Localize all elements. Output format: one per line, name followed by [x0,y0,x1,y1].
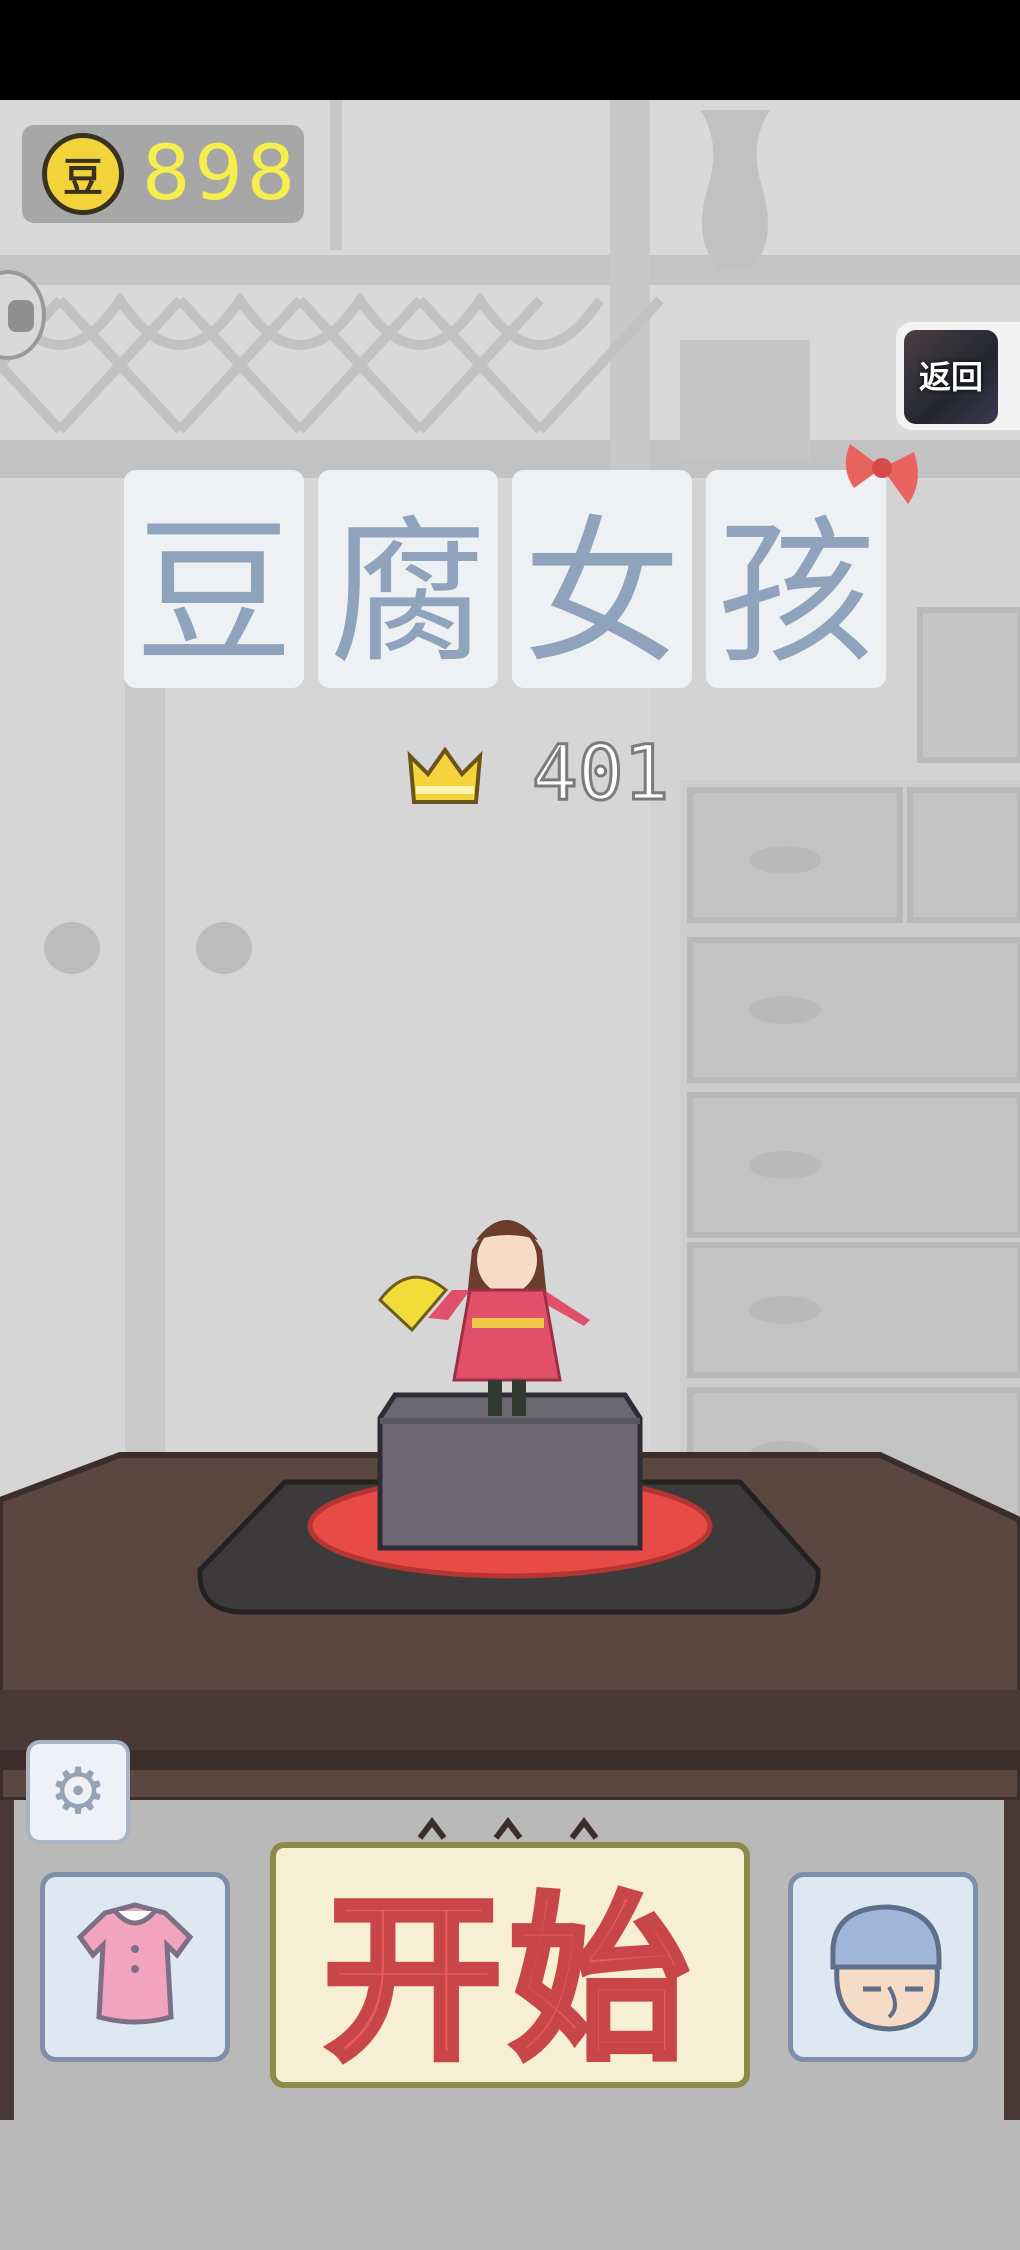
bow-decoration [845,444,918,504]
status-bar [0,0,1020,100]
title-tile-1: 豆 [124,470,304,688]
start-button[interactable]: 开始 [270,1842,750,2088]
start-button-label: 开始 [321,1874,696,2087]
back-button-label[interactable]: 返回 [904,352,998,398]
best-score: 401 [530,727,670,819]
title-tile-2: 腐 [318,470,498,688]
crown-icon [407,746,483,804]
old-man-face-icon [830,1904,942,2032]
coin-icon: 豆 [42,133,124,215]
gear-icon: ⚙ [49,1755,107,1829]
title-tile-3: 女 [512,470,692,688]
settings-button[interactable]: ⚙ [26,1740,130,1844]
character-button[interactable] [788,1872,978,2062]
dress-icon [76,1902,194,2025]
wardrobe-button[interactable] [40,1872,230,2062]
coin-count: 898 [142,128,300,217]
